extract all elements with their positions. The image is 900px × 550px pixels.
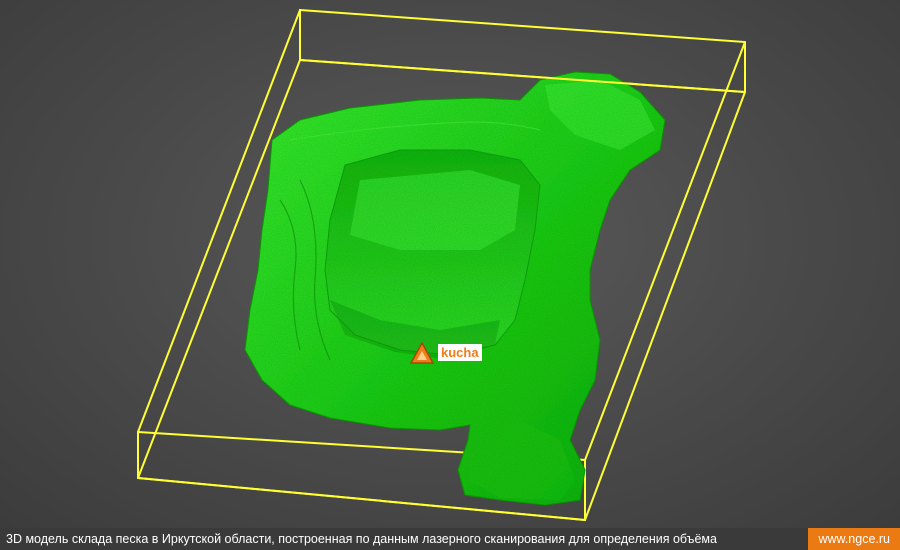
site-link[interactable]: www.ngce.ru	[808, 528, 900, 550]
caption-bar: 3D модель склада песка в Иркутской облас…	[0, 528, 900, 550]
3d-viewport[interactable]: kucha	[0, 0, 900, 528]
point-marker-label[interactable]: kucha	[438, 344, 482, 361]
sand-stockpile-mesh[interactable]	[244, 71, 666, 506]
image-caption: 3D модель склада песка в Иркутской облас…	[6, 532, 717, 546]
scene-canvas	[137, 8, 746, 522]
